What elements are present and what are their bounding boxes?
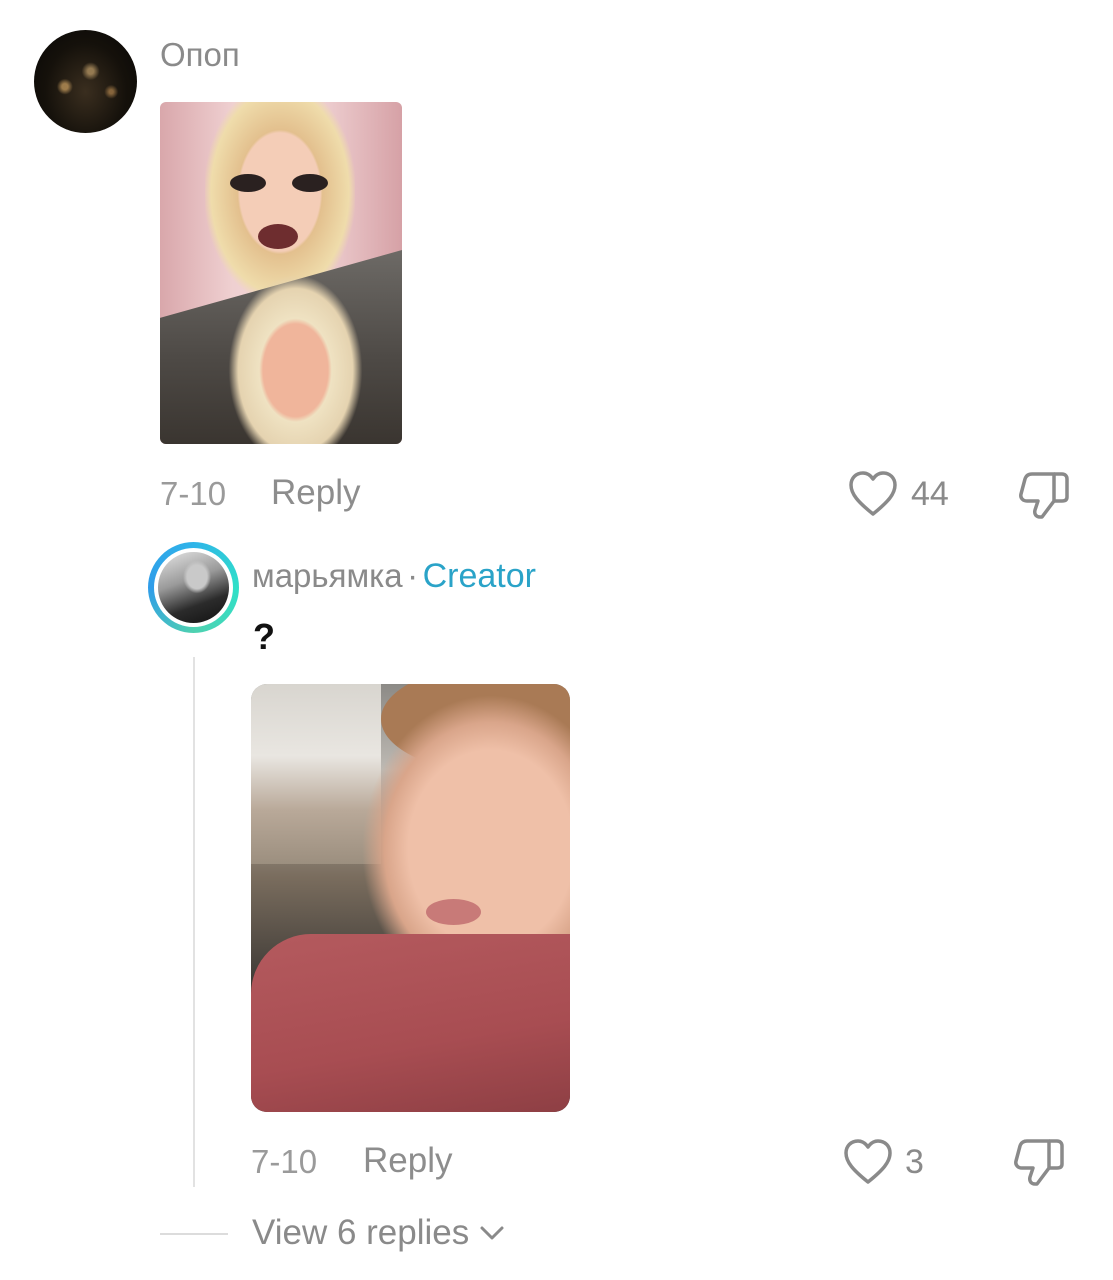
reply-image[interactable]	[251, 684, 570, 1112]
chevron-down-icon[interactable]	[477, 1218, 507, 1248]
commenter-avatar[interactable]	[34, 30, 137, 133]
heart-icon[interactable]	[848, 470, 898, 518]
view-replies-button[interactable]: View 6 replies	[252, 1213, 507, 1253]
reply-date: 7-10	[251, 1143, 318, 1180]
reply-username[interactable]: марьямка	[252, 557, 403, 594]
comment-image[interactable]	[160, 102, 402, 444]
reply-like-count: 3	[905, 1143, 924, 1181]
creator-badge: Creator	[422, 557, 536, 595]
comment-date: 7-10	[160, 475, 227, 512]
thumbs-down-icon[interactable]	[1018, 470, 1070, 520]
reply-text: ?	[253, 616, 275, 657]
comment-like-count: 44	[911, 475, 949, 513]
comment-reply-button[interactable]: Reply	[271, 473, 360, 513]
reply-header: марьямка · Creator	[252, 557, 536, 596]
thumbs-down-icon[interactable]	[1013, 1137, 1065, 1187]
reply-reply-button[interactable]: Reply	[363, 1141, 452, 1181]
heart-icon[interactable]	[843, 1138, 893, 1186]
thread-line	[193, 657, 195, 1187]
comment-username[interactable]: Опоп	[160, 36, 240, 74]
separator-dot: ·	[407, 557, 419, 594]
view-replies-label[interactable]: View 6 replies	[252, 1213, 469, 1253]
creator-avatar[interactable]	[148, 542, 239, 633]
view-replies-divider	[160, 1233, 228, 1235]
